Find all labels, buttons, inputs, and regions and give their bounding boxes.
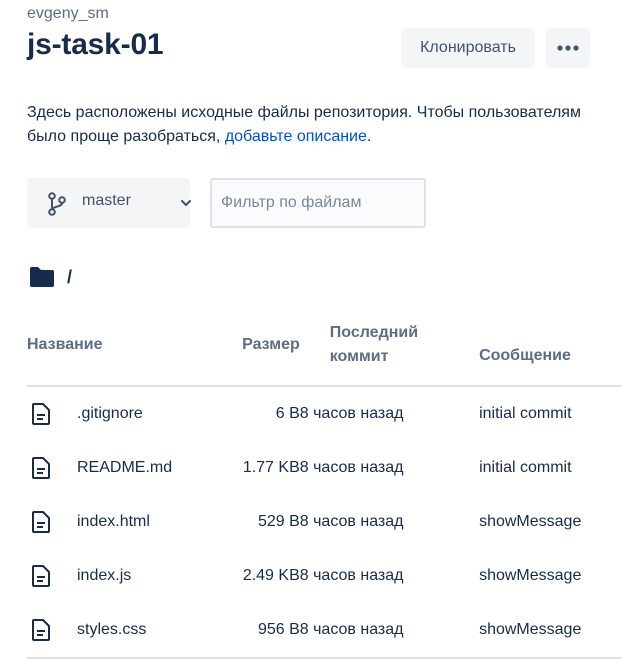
table-row[interactable]: README.md 1.77 KB 8 часов назад initial …	[27, 441, 622, 495]
file-filter-input[interactable]	[210, 178, 426, 228]
clone-button[interactable]: Клонировать	[401, 28, 535, 68]
file-name[interactable]: index.html	[77, 513, 150, 531]
table-row[interactable]: styles.css 956 B 8 часов назад showMessa…	[27, 603, 622, 659]
file-icon	[32, 619, 50, 641]
header-size[interactable]: Размер	[214, 305, 300, 387]
more-horizontal-icon	[557, 45, 579, 51]
add-description-link[interactable]: добавьте описание	[225, 128, 367, 145]
file-size: 956 B	[214, 603, 300, 659]
file-last-commit[interactable]: 8 часов назад	[300, 549, 479, 603]
file-message: initial commit	[479, 459, 572, 476]
file-icon	[32, 457, 50, 479]
table-header-row: Название Размер Последний коммит Сообщен…	[27, 305, 622, 387]
file-size: 529 B	[257, 513, 300, 530]
file-size: 1.77 KB	[242, 459, 300, 476]
header-message[interactable]: Сообщение	[479, 305, 622, 387]
file-message: showMessage	[479, 567, 582, 584]
file-message: showMessage	[479, 603, 622, 659]
file-last-commit[interactable]: 8 часов назад	[300, 441, 479, 495]
path-root: /	[67, 266, 73, 287]
file-icon	[32, 565, 50, 587]
file-last-commit[interactable]: 8 часов назад	[300, 386, 479, 441]
file-name[interactable]: .gitignore	[77, 405, 143, 423]
branch-icon	[48, 192, 66, 216]
file-last-commit[interactable]: 8 часов назад	[300, 495, 479, 549]
file-name[interactable]: README.md	[77, 459, 172, 477]
description-tail: .	[366, 128, 372, 145]
header-name[interactable]: Название	[27, 305, 215, 387]
breadcrumb: /	[29, 263, 72, 291]
file-icon	[32, 511, 50, 533]
repo-description: Здесь расположены исходные файлы репозит…	[27, 101, 587, 149]
file-message: initial commit	[479, 405, 572, 422]
table-row[interactable]: .gitignore 6 B 8 часов назад initial com…	[27, 386, 622, 441]
branch-selector[interactable]: master	[27, 178, 191, 228]
table-row[interactable]: index.html 529 B 8 часов назад showMessa…	[27, 495, 622, 549]
branch-label: master	[82, 192, 131, 209]
file-message: showMessage	[479, 513, 582, 530]
chevron-down-icon	[181, 200, 191, 206]
file-last-commit[interactable]: 8 часов назад	[299, 603, 480, 659]
table-row[interactable]: index.js 2.49 KB 8 часов назад showMessa…	[27, 549, 622, 603]
folder-icon[interactable]	[29, 266, 55, 288]
file-name[interactable]: styles.css	[77, 621, 146, 639]
more-actions-button[interactable]	[546, 28, 590, 68]
file-name[interactable]: index.js	[77, 567, 131, 585]
header-last-commit[interactable]: Последний коммит	[299, 305, 480, 387]
file-size: 6 B	[275, 405, 300, 422]
file-size: 2.49 KB	[242, 567, 300, 584]
repo-title: js-task-01	[27, 28, 164, 61]
file-table: Название Размер Последний коммит Сообщен…	[27, 305, 622, 659]
repo-owner[interactable]: evgeny_sm	[27, 5, 109, 23]
file-icon	[32, 403, 50, 425]
